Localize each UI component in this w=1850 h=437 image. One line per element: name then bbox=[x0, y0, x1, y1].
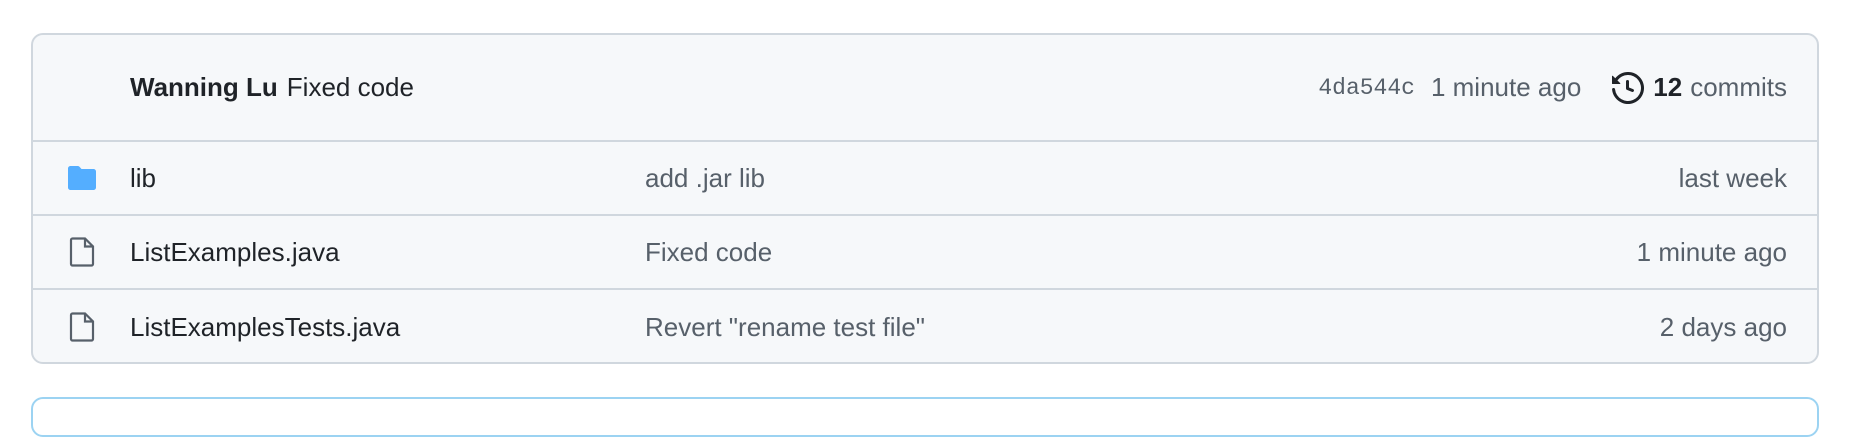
latest-commit-bar: Wanning Lu Fixed code 4da544c 1 minute a… bbox=[33, 35, 1817, 142]
file-commit-message[interactable]: Revert "rename test file" bbox=[645, 312, 1660, 343]
folder-icon bbox=[33, 165, 130, 191]
file-name[interactable]: lib bbox=[130, 163, 645, 194]
commit-author[interactable]: Wanning Lu bbox=[130, 72, 278, 103]
file-browser: Wanning Lu Fixed code 4da544c 1 minute a… bbox=[31, 33, 1819, 364]
history-icon[interactable] bbox=[1611, 71, 1645, 105]
commit-count[interactable]: 12 bbox=[1653, 72, 1682, 103]
file-row-listexamples[interactable]: ListExamples.java Fixed code 1 minute ag… bbox=[33, 216, 1817, 290]
commit-sha[interactable]: 4da544c bbox=[1318, 75, 1415, 101]
file-age: last week bbox=[1678, 162, 1787, 193]
file-commit-message[interactable]: Fixed code bbox=[645, 237, 1637, 268]
commit-time: 1 minute ago bbox=[1430, 72, 1582, 102]
commit-message[interactable]: Fixed code bbox=[287, 72, 414, 103]
file-age: 2 days ago bbox=[1659, 311, 1787, 342]
file-icon bbox=[33, 312, 130, 342]
file-commit-message[interactable]: add .jar lib bbox=[645, 163, 1679, 194]
file-name[interactable]: ListExamples.java bbox=[130, 237, 645, 268]
file-row-listexamplestests[interactable]: ListExamplesTests.java Revert "rename te… bbox=[33, 290, 1817, 362]
file-row-lib[interactable]: lib add .jar lib last week bbox=[33, 142, 1817, 216]
file-icon bbox=[33, 237, 130, 267]
file-name[interactable]: ListExamplesTests.java bbox=[130, 312, 645, 343]
readme-box-edge bbox=[31, 397, 1819, 437]
file-age: 1 minute ago bbox=[1636, 236, 1787, 267]
commits-label[interactable]: commits bbox=[1690, 72, 1787, 103]
